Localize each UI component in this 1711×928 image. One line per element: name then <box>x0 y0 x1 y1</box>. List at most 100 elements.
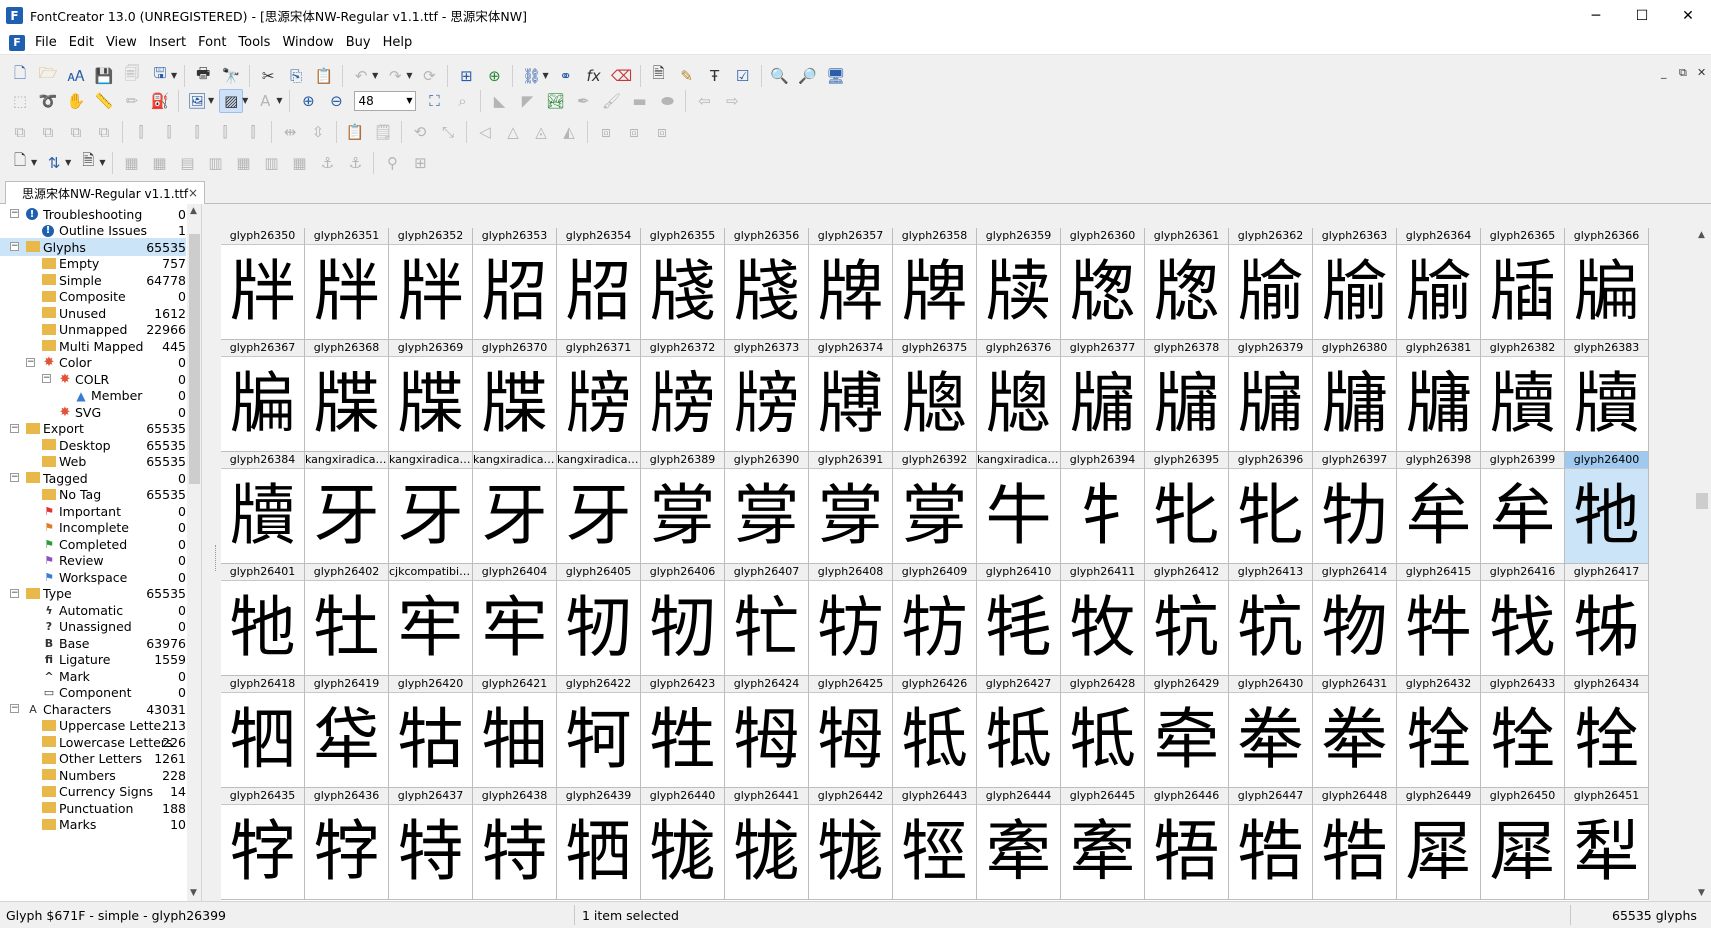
center-h-icon[interactable]: ⫿ <box>213 120 237 144</box>
glyph-cell[interactable]: glyph26418 牭 <box>221 676 305 788</box>
glyph-cell[interactable]: glyph26407 牤 <box>725 564 809 676</box>
glyph-cell[interactable]: kangxiradical... 牙 <box>389 452 473 564</box>
tree-item-completed[interactable]: ⚑ Completed 0 <box>0 535 186 553</box>
glyph-cell[interactable]: glyph26362 牏 <box>1229 228 1313 340</box>
glyph-cell[interactable]: glyph26351 牉 <box>305 228 389 340</box>
glyph-cell[interactable]: glyph26445 牽 <box>1061 788 1145 900</box>
grid-icon[interactable]: ▦ <box>119 151 143 175</box>
previous-icon[interactable]: ⇦ <box>692 89 716 113</box>
glyph-cell[interactable]: glyph26391 牚 <box>809 452 893 564</box>
tree-item-component[interactable]: ▭ Component 0 <box>0 684 186 702</box>
tree-item-unmapped[interactable]: Unmapped 22966 <box>0 321 186 339</box>
close-tab-icon[interactable]: × <box>188 186 198 200</box>
glyph-cell[interactable]: glyph26414 物 <box>1313 564 1397 676</box>
hand-icon[interactable]: ✋ <box>64 89 88 113</box>
subtract-icon[interactable]: ⧈ <box>650 120 674 144</box>
tree-item-punctuation[interactable]: Punctuation 188 <box>0 799 186 817</box>
glyph-cell[interactable]: glyph26432 牷 <box>1397 676 1481 788</box>
glyph-cell[interactable]: glyph26442 牻 <box>809 788 893 900</box>
sort-icon[interactable]: ⇅ <box>42 151 66 175</box>
collapse-icon[interactable]: − <box>10 704 19 713</box>
glyph-cell[interactable]: glyph26415 牪 <box>1397 564 1481 676</box>
glyph-cell[interactable]: glyph26397 牞 <box>1313 452 1397 564</box>
tree-item-empty[interactable]: Empty 757 <box>0 255 186 273</box>
export-page-icon[interactable]: 🗎 <box>76 151 100 175</box>
pencil-icon[interactable]: ✏ <box>120 89 144 113</box>
skew-left-icon[interactable]: ◬ <box>529 120 553 144</box>
collapse-icon[interactable]: − <box>42 374 51 383</box>
tree-item-unused[interactable]: Unused 1612 <box>0 304 186 322</box>
formula-icon[interactable]: fx <box>582 64 606 88</box>
glyph-cell[interactable]: glyph26394 牜 <box>1061 452 1145 564</box>
tree-item-outline-issues[interactable]: ! Outline Issues 1 <box>0 222 186 240</box>
new-font-icon[interactable]: 🗋 <box>8 64 32 88</box>
distribute-h-icon[interactable]: ⫿ <box>129 120 153 144</box>
copy-icon[interactable]: ⎘ <box>284 64 308 88</box>
unlink-icon[interactable]: ⚭ <box>554 64 578 88</box>
link-icon[interactable]: ⛓ <box>519 64 543 88</box>
glyph-cell[interactable]: glyph26377 牖 <box>1061 340 1145 452</box>
paste-special-icon[interactable]: 📋 <box>343 120 367 144</box>
document-icon[interactable]: F <box>9 34 25 51</box>
select-rect-icon[interactable]: ⬚ <box>8 89 32 113</box>
tree-item-composite[interactable]: Composite 0 <box>0 288 186 306</box>
scroll-down-icon[interactable]: ▼ <box>190 888 197 898</box>
glyph-cell[interactable]: glyph26411 牧 <box>1061 564 1145 676</box>
collapse-icon[interactable]: − <box>10 473 19 482</box>
glyph-cell[interactable]: glyph26382 牘 <box>1481 340 1565 452</box>
zoom-in-icon[interactable]: ⊕ <box>296 89 320 113</box>
glyph-cell[interactable]: glyph26372 牓 <box>641 340 725 452</box>
glyph-cell[interactable]: glyph26437 特 <box>389 788 473 900</box>
union-icon[interactable]: ⧈ <box>594 120 618 144</box>
tree-item-svg[interactable]: ✸ SVG 0 <box>0 403 186 421</box>
tree-item-glyphs[interactable]: − Glyphs 65535 <box>0 238 186 256</box>
distribute-v-icon[interactable]: ⫿ <box>157 120 181 144</box>
glyph-cell[interactable]: glyph26404 牢 <box>473 564 557 676</box>
glyph-cell[interactable]: glyph26420 牯 <box>389 676 473 788</box>
glyph-cell[interactable]: glyph26429 牵 <box>1145 676 1229 788</box>
glyph-cell[interactable]: glyph26435 牸 <box>221 788 305 900</box>
glyph-cell[interactable]: glyph26422 牱 <box>557 676 641 788</box>
tree-item-lowercase-letters[interactable]: Lowercase Letters 226 <box>0 733 186 751</box>
glyph-cell[interactable]: glyph26371 牓 <box>557 340 641 452</box>
glyph-cell[interactable]: glyph26443 牼 <box>893 788 977 900</box>
glyph-cell[interactable]: glyph26373 牓 <box>725 340 809 452</box>
grid-split-icon[interactable]: ▥ <box>259 151 283 175</box>
tree-item-mark[interactable]: ^ Mark 0 <box>0 667 186 685</box>
grid-scrollbar[interactable]: ▲ ▼ <box>1693 228 1711 901</box>
grid-cols-icon[interactable]: ▥ <box>203 151 227 175</box>
glyph-cell[interactable]: glyph26392 牚 <box>893 452 977 564</box>
glyph-cell[interactable]: glyph26400 牠 <box>1565 452 1649 564</box>
glyph-cell[interactable]: glyph26412 牨 <box>1145 564 1229 676</box>
app-icon[interactable]: F <box>6 7 23 24</box>
skew-right-icon[interactable]: ◭ <box>557 120 581 144</box>
brush-tool-icon[interactable]: 🖌 <box>599 89 623 113</box>
menu-tools[interactable]: Tools <box>232 31 276 55</box>
tree-item-other-letters[interactable]: Other Letters 1261 <box>0 750 186 768</box>
center-v-icon[interactable]: ⫿ <box>241 120 265 144</box>
tree-item-marks[interactable]: Marks 10 <box>0 816 186 834</box>
test-font-icon[interactable]: 🖥 <box>824 64 848 88</box>
menu-window[interactable]: Window <box>276 31 339 55</box>
menu-buy[interactable]: Buy <box>340 31 377 55</box>
document-tab[interactable]: 思源宋体NW-Regular v1.1.ttf × <box>5 181 205 204</box>
tree-item-tagged[interactable]: − Tagged 0 <box>0 469 186 487</box>
undo-icon[interactable]: ↶ <box>349 64 373 88</box>
node-tool-icon[interactable]: ◤ <box>515 89 539 113</box>
eraser-icon[interactable]: ⌫ <box>610 64 634 88</box>
glyph-cell[interactable]: glyph26451 犁 <box>1565 788 1649 900</box>
tree-item-simple[interactable]: Simple 64778 <box>0 271 186 289</box>
anchor-add-icon[interactable]: ⚓ <box>343 151 367 175</box>
glyph-cell[interactable]: glyph26425 牳 <box>809 676 893 788</box>
grid-edit-icon[interactable]: ▦ <box>287 151 311 175</box>
outline-mode-icon[interactable]: ▨ <box>219 88 244 113</box>
collapse-icon[interactable]: − <box>10 209 19 218</box>
glyph-cell[interactable]: glyph26355 牋 <box>641 228 725 340</box>
tree-item-unassigned[interactable]: ? Unassigned 0 <box>0 618 186 636</box>
ellipse-tool-icon[interactable]: ⬬ <box>655 89 679 113</box>
pen-tool-icon[interactable]: ✒ <box>571 89 595 113</box>
glyph-cell[interactable]: glyph26396 牝 <box>1229 452 1313 564</box>
collapse-icon[interactable]: − <box>26 357 35 367</box>
tree-scrollbar[interactable]: ▲ ▼ <box>187 204 201 901</box>
glyph-cell[interactable]: glyph26358 牌 <box>893 228 977 340</box>
